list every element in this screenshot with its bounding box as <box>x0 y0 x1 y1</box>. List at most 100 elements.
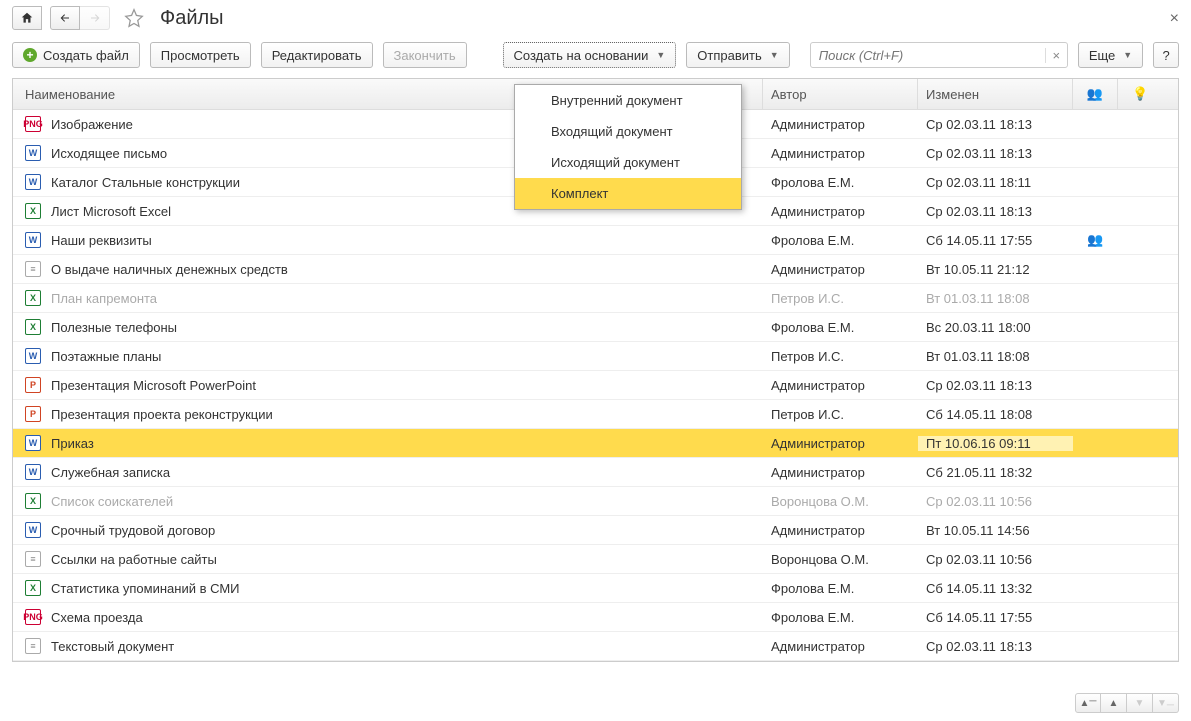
file-author: Петров И.С. <box>763 407 918 422</box>
home-button[interactable] <box>12 6 42 30</box>
txt-file-icon: ≡ <box>25 261 41 277</box>
top-bar: Файлы × <box>0 0 1191 36</box>
file-date: Сб 21.05.11 18:32 <box>918 465 1073 480</box>
file-date: Вт 01.03.11 18:08 <box>918 291 1073 306</box>
file-signed-cell: 👥 <box>1073 232 1118 248</box>
help-button[interactable]: ? <box>1153 42 1179 68</box>
file-date: Сб 14.05.11 18:08 <box>918 407 1073 422</box>
table-row[interactable]: WНаши реквизитыФролова Е.М.Сб 14.05.11 1… <box>13 226 1178 255</box>
grid-nav-footer: ▲─ ▲ ▼ ▼─ <box>1075 693 1179 713</box>
txt-file-icon: ≡ <box>25 551 41 567</box>
file-date: Ср 02.03.11 18:13 <box>918 117 1073 132</box>
column-header-signed[interactable]: 👥 <box>1073 79 1118 109</box>
file-date: Вт 10.05.11 21:12 <box>918 262 1073 277</box>
dropdown-item[interactable]: Внутренний документ <box>515 85 741 116</box>
file-name: О выдаче наличных денежных средств <box>51 262 288 277</box>
ppt-file-icon: P <box>25 406 41 422</box>
file-author: Фролова Е.М. <box>763 233 918 248</box>
png-file-icon: PNG <box>25 116 41 132</box>
more-button[interactable]: Еще ▼ <box>1078 42 1143 68</box>
file-author: Администратор <box>763 117 918 132</box>
file-name: Статистика упоминаний в СМИ <box>51 581 240 596</box>
table-row[interactable]: PNGСхема проездаФролова Е.М.Сб 14.05.11 … <box>13 603 1178 632</box>
back-button[interactable] <box>50 6 80 30</box>
table-row[interactable]: XПолезные телефоныФролова Е.М.Вс 20.03.1… <box>13 313 1178 342</box>
file-name: Список соискателей <box>51 494 173 509</box>
doc-file-icon: W <box>25 145 41 161</box>
xls-file-icon: X <box>25 203 41 219</box>
signed-icon: 👥 <box>1087 232 1103 248</box>
file-name: Текстовый документ <box>51 639 174 654</box>
create-based-on-button[interactable]: Создать на основании ▼ <box>503 42 677 68</box>
file-date: Вт 01.03.11 18:08 <box>918 349 1073 364</box>
search-clear-button[interactable]: × <box>1045 48 1067 63</box>
scroll-up-button[interactable]: ▲ <box>1101 693 1127 713</box>
file-author: Петров И.С. <box>763 349 918 364</box>
close-button[interactable]: × <box>1170 10 1179 28</box>
table-row[interactable]: WПоэтажные планыПетров И.С.Вт 01.03.11 1… <box>13 342 1178 371</box>
create-file-label: Создать файл <box>43 48 129 63</box>
search-field[interactable]: × <box>810 42 1068 68</box>
file-author: Фролова Е.М. <box>763 320 918 335</box>
file-name: Каталог Стальные конструкции <box>51 175 240 190</box>
dropdown-item[interactable]: Комплект <box>515 178 741 209</box>
table-row[interactable]: XПлан капремонтаПетров И.С.Вт 01.03.11 1… <box>13 284 1178 313</box>
file-author: Администратор <box>763 262 918 277</box>
file-author: Администратор <box>763 465 918 480</box>
people-icon: 👥 <box>1087 86 1103 102</box>
table-row[interactable]: ≡ О выдаче наличных денежных средств Админ… <box>13 255 1178 284</box>
table-row[interactable]: WПриказАдминистраторПт 10.06.16 09:11 <box>13 429 1178 458</box>
column-header-changed[interactable]: Изменен <box>918 79 1073 109</box>
send-button[interactable]: Отправить ▼ <box>686 42 789 68</box>
create-based-on-dropdown: Внутренний документВходящий документИсхо… <box>514 84 742 210</box>
file-author: Администратор <box>763 146 918 161</box>
caret-down-icon: ▼ <box>656 50 665 60</box>
scroll-bottom-button[interactable]: ▼─ <box>1153 693 1179 713</box>
file-date: Ср 02.03.11 18:13 <box>918 378 1073 393</box>
xls-file-icon: X <box>25 290 41 306</box>
edit-button[interactable]: Редактировать <box>261 42 373 68</box>
caret-down-icon: ▼ <box>770 50 779 60</box>
doc-file-icon: W <box>25 522 41 538</box>
file-name: Служебная записка <box>51 465 170 480</box>
table-row[interactable]: WСлужебная запискаАдминистраторСб 21.05.… <box>13 458 1178 487</box>
file-name: Презентация Microsoft PowerPoint <box>51 378 256 393</box>
file-author: Фролова Е.М. <box>763 581 918 596</box>
doc-file-icon: W <box>25 232 41 248</box>
page-title: Файлы <box>160 7 224 30</box>
file-name: Презентация проекта реконструкции <box>51 407 273 422</box>
search-input[interactable] <box>811 48 1045 63</box>
file-name: Срочный трудовой договор <box>51 523 215 538</box>
file-name: Лист Microsoft Excel <box>51 204 171 219</box>
table-row[interactable]: P Презентация Microsoft PowerPoint Админис… <box>13 371 1178 400</box>
dropdown-item[interactable]: Входящий документ <box>515 116 741 147</box>
file-author: Фролова Е.М. <box>763 610 918 625</box>
table-row[interactable]: X Статистика упоминаний в СМИ Фролова Е.М.… <box>13 574 1178 603</box>
file-author: Администратор <box>763 378 918 393</box>
file-author: Воронцова О.М. <box>763 494 918 509</box>
favorite-star-icon[interactable] <box>124 8 144 28</box>
file-date: Ср 02.03.11 18:13 <box>918 146 1073 161</box>
file-author: Петров И.С. <box>763 291 918 306</box>
ppt-file-icon: P <box>25 377 41 393</box>
table-row[interactable]: ≡Текстовый документАдминистраторСр 02.03… <box>13 632 1178 661</box>
create-file-button[interactable]: + Создать файл <box>12 42 140 68</box>
file-name: Полезные телефоны <box>51 320 177 335</box>
doc-file-icon: W <box>25 348 41 364</box>
scroll-top-button[interactable]: ▲─ <box>1075 693 1101 713</box>
view-button[interactable]: Просмотреть <box>150 42 251 68</box>
finish-button[interactable]: Закончить <box>383 42 467 68</box>
table-row[interactable]: ≡Ссылки на работные сайтыВоронцова О.М.С… <box>13 545 1178 574</box>
bulb-icon: 💡 <box>1132 86 1148 102</box>
file-author: Администратор <box>763 204 918 219</box>
png-file-icon: PNG <box>25 609 41 625</box>
column-header-encrypted[interactable]: 💡 <box>1118 79 1163 109</box>
scroll-down-button[interactable]: ▼ <box>1127 693 1153 713</box>
xls-file-icon: X <box>25 580 41 596</box>
table-row[interactable]: XСписок соискателейВоронцова О.М.Ср 02.0… <box>13 487 1178 516</box>
table-row[interactable]: WСрочный трудовой договорАдминистраторВт… <box>13 516 1178 545</box>
file-name: Приказ <box>51 436 94 451</box>
column-header-author[interactable]: Автор <box>763 79 918 109</box>
dropdown-item[interactable]: Исходящий документ <box>515 147 741 178</box>
table-row[interactable]: P Презентация проекта реконструкции Петров… <box>13 400 1178 429</box>
